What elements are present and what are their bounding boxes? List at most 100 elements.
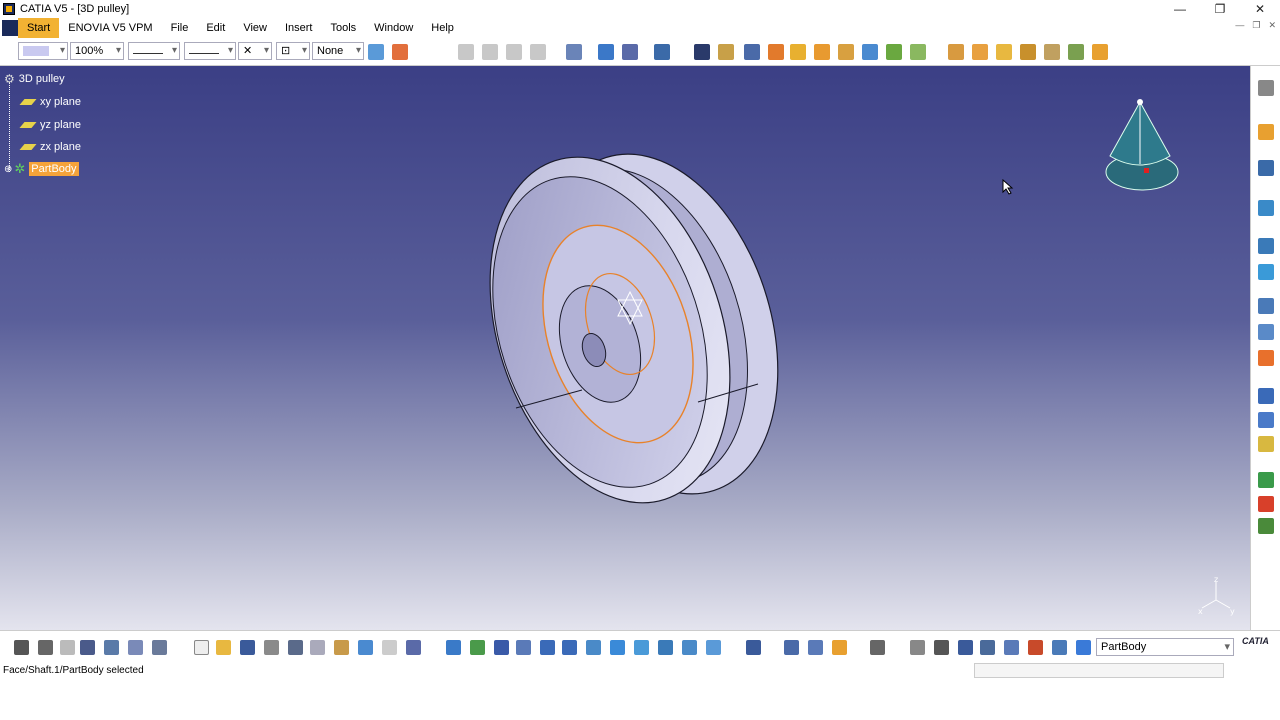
sketch-disabled-icon[interactable] xyxy=(482,44,498,60)
globe-icon[interactable] xyxy=(934,640,949,655)
doc-restore-icon[interactable]: ❐ xyxy=(1252,20,1260,31)
catalog-icon[interactable] xyxy=(104,640,119,655)
menu-view[interactable]: View xyxy=(234,18,276,38)
plane-tool-icon[interactable] xyxy=(1258,200,1274,216)
cut-icon[interactable] xyxy=(288,640,303,655)
operation-disabled-icon[interactable] xyxy=(530,44,546,60)
menu-window[interactable]: Window xyxy=(365,18,422,38)
menu-insert[interactable]: Insert xyxy=(276,18,322,38)
grid-icon[interactable] xyxy=(622,44,638,60)
law-icon[interactable] xyxy=(152,640,167,655)
rendering-style-combo[interactable]: ⊡ xyxy=(276,42,310,60)
fit-all-icon[interactable] xyxy=(654,44,670,60)
rotate-icon[interactable] xyxy=(516,640,531,655)
pan-icon[interactable] xyxy=(494,640,509,655)
draft-icon[interactable] xyxy=(996,44,1012,60)
hole-icon[interactable] xyxy=(790,44,806,60)
menu-edit[interactable]: Edit xyxy=(197,18,234,38)
line-icon[interactable] xyxy=(1258,412,1274,428)
gear-icon[interactable] xyxy=(1258,80,1274,96)
slot-icon[interactable] xyxy=(838,44,854,60)
tree-item-partbody[interactable]: ⊕ ✲ PartBody xyxy=(4,160,79,178)
measure-icon[interactable] xyxy=(1258,324,1274,340)
value-icon[interactable] xyxy=(980,640,995,655)
plane-ref-icon[interactable] xyxy=(1258,436,1274,452)
apply-icon[interactable] xyxy=(832,640,847,655)
menu-enovia[interactable]: ENOVIA V5 VPM xyxy=(59,18,161,38)
copy-icon[interactable] xyxy=(310,640,325,655)
redo-icon[interactable] xyxy=(382,640,397,655)
capture-icon[interactable] xyxy=(870,640,885,655)
chamfer-icon[interactable] xyxy=(972,44,988,60)
linewidth-combo[interactable] xyxy=(128,42,180,60)
menu-file[interactable]: File xyxy=(162,18,198,38)
construction-icon[interactable] xyxy=(598,44,614,60)
tree-root-node[interactable]: ⚙ 3D pulley xyxy=(4,70,65,88)
print-icon[interactable] xyxy=(264,640,279,655)
tree-item-xy-plane[interactable]: xy plane xyxy=(19,93,81,111)
sketcher-disabled-icon[interactable] xyxy=(458,44,474,60)
design-table-icon[interactable] xyxy=(128,640,143,655)
current-body-select[interactable]: PartBody xyxy=(1096,638,1234,656)
split-icon[interactable] xyxy=(1258,472,1274,488)
shaft-icon[interactable] xyxy=(744,44,760,60)
pulley-model[interactable] xyxy=(470,144,790,514)
refresh-icon[interactable] xyxy=(910,640,925,655)
knowledge-icon[interactable] xyxy=(38,640,53,655)
select-icon[interactable] xyxy=(1258,124,1274,140)
iso-view-icon[interactable] xyxy=(634,640,649,655)
painter-icon[interactable] xyxy=(368,44,384,60)
multi-view-icon[interactable] xyxy=(610,640,625,655)
layer-combo[interactable]: None xyxy=(312,42,364,60)
menu-tools[interactable]: Tools xyxy=(321,18,365,38)
exit-disabled-icon[interactable] xyxy=(506,44,522,60)
compass-handle[interactable] xyxy=(1137,99,1143,105)
table-icon[interactable] xyxy=(80,640,95,655)
loft-icon[interactable] xyxy=(886,44,902,60)
thickness-icon[interactable] xyxy=(1044,44,1060,60)
insert-body-icon[interactable] xyxy=(1258,264,1274,280)
expand-icon[interactable]: ⊕ xyxy=(4,164,12,175)
close-icon[interactable]: ✕ xyxy=(1240,0,1280,18)
tree-item-yz-plane[interactable]: yz plane xyxy=(19,116,81,134)
paste-icon[interactable] xyxy=(334,640,349,655)
analysis-icon[interactable] xyxy=(1028,640,1043,655)
properties-icon[interactable] xyxy=(392,44,408,60)
zoom-in-icon[interactable] xyxy=(540,640,555,655)
menu-logo-icon[interactable] xyxy=(2,20,18,36)
normal-view-icon[interactable] xyxy=(586,640,601,655)
minimize-icon[interactable]: — xyxy=(1160,0,1200,18)
fit-all-in-icon[interactable] xyxy=(470,640,485,655)
pocket-icon[interactable] xyxy=(718,44,734,60)
color-combo[interactable] xyxy=(18,42,68,60)
stiffener-icon[interactable] xyxy=(862,44,878,60)
tree-item-zx-plane[interactable]: zx plane xyxy=(19,138,81,156)
open-file-icon[interactable] xyxy=(216,640,231,655)
list-icon[interactable] xyxy=(1052,640,1067,655)
sketch-icon[interactable] xyxy=(1258,160,1274,176)
undo-icon[interactable] xyxy=(358,640,373,655)
compass-widget[interactable] xyxy=(1100,94,1184,198)
save-icon[interactable] xyxy=(240,640,255,655)
formula-icon[interactable] xyxy=(14,640,29,655)
shell-icon[interactable] xyxy=(1020,44,1036,60)
point-icon[interactable] xyxy=(1258,388,1274,404)
close-surface-icon[interactable] xyxy=(1258,518,1274,534)
groove-icon[interactable] xyxy=(768,44,784,60)
menu-help[interactable]: Help xyxy=(422,18,463,38)
doc-close-icon[interactable]: ✕ xyxy=(1268,20,1276,31)
pad-icon[interactable] xyxy=(694,44,710,60)
snap-icon[interactable] xyxy=(566,44,582,60)
axis-system-icon[interactable] xyxy=(784,640,799,655)
menu-start[interactable]: Start xyxy=(18,18,60,38)
help-icon[interactable] xyxy=(406,640,421,655)
text-icon[interactable] xyxy=(1258,298,1274,314)
shading-icon[interactable] xyxy=(658,640,673,655)
update-icon[interactable] xyxy=(746,640,761,655)
transparency-combo[interactable]: 100% xyxy=(70,42,124,60)
boolean-icon[interactable] xyxy=(1258,238,1274,254)
pattern-icon[interactable] xyxy=(1092,44,1108,60)
edge-fillet-icon[interactable] xyxy=(948,44,964,60)
linetype-combo[interactable] xyxy=(184,42,236,60)
3d-constraint-icon[interactable] xyxy=(808,640,823,655)
